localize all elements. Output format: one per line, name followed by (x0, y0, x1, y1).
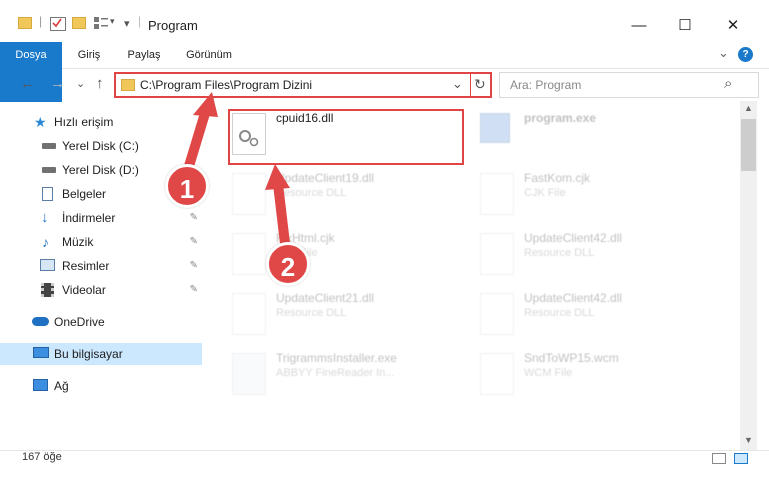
arrow-1-head (193, 92, 218, 117)
step-1-badge: 1 (165, 164, 209, 208)
step-2-badge: 2 (266, 242, 310, 286)
arrow-2-head (265, 164, 290, 190)
annotation-arrows (181, 92, 291, 257)
